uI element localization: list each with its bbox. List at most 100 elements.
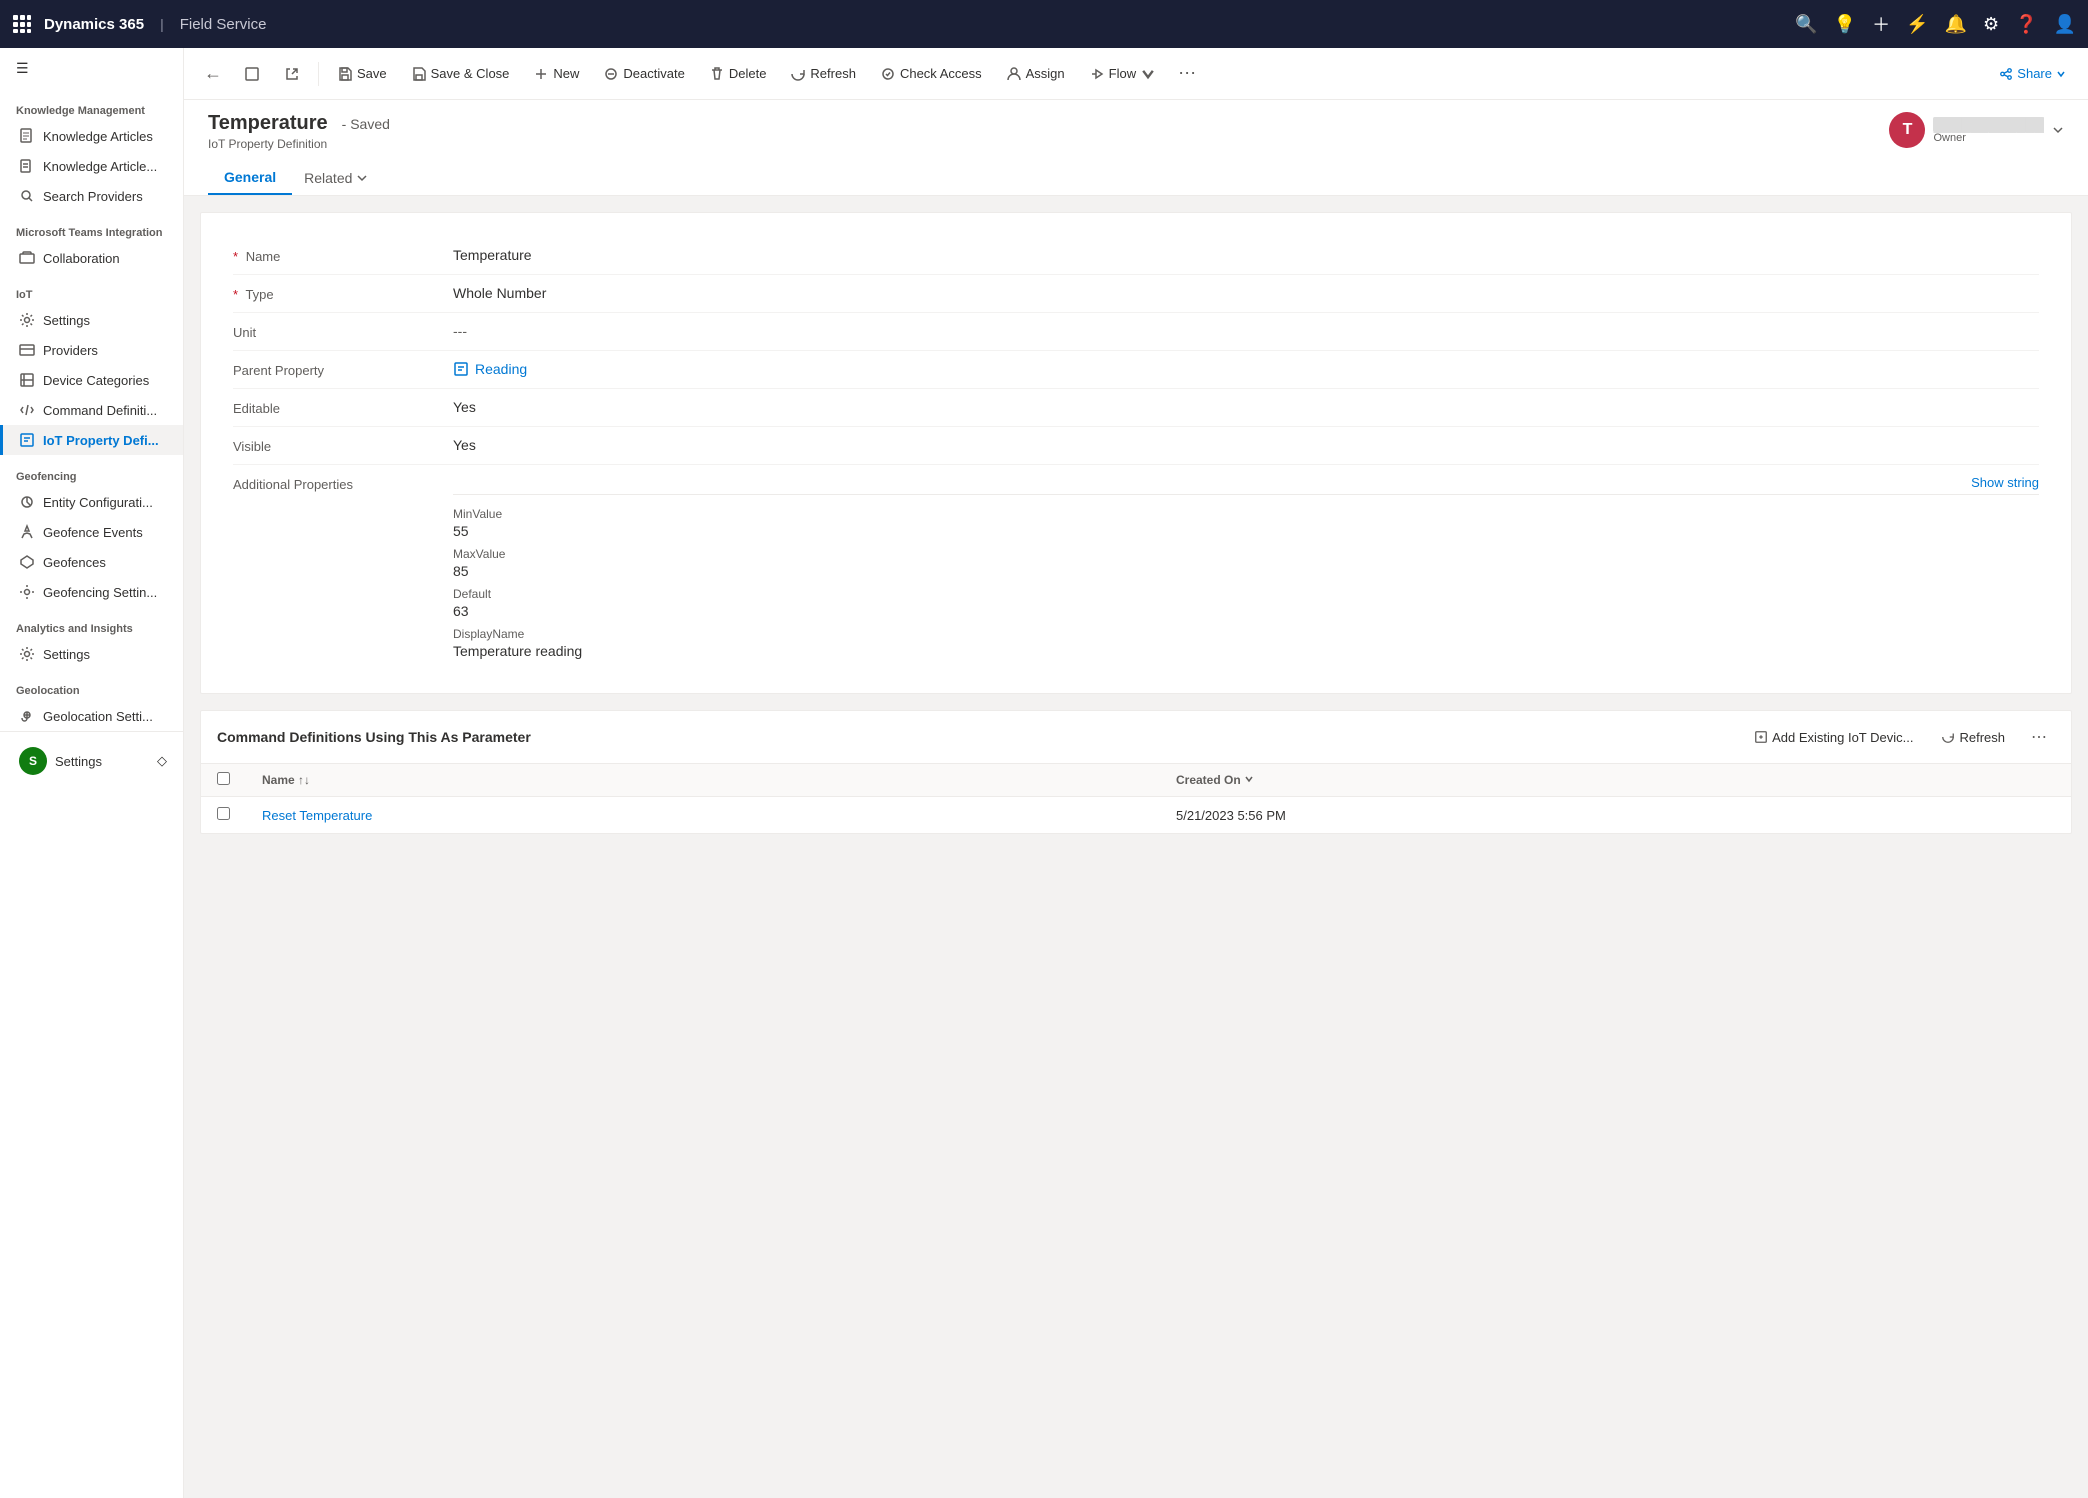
hamburger-icon: ☰: [16, 60, 29, 77]
sidebar-item-providers-label: Providers: [43, 343, 98, 358]
row-checkbox-cell: [201, 797, 246, 834]
row-checkbox[interactable]: [217, 807, 230, 820]
name-required-star: *: [233, 249, 238, 264]
sidebar-hamburger[interactable]: ☰: [0, 48, 183, 89]
select-all-checkbox[interactable]: [217, 772, 230, 785]
row-name-link[interactable]: Reset Temperature: [262, 808, 372, 823]
sidebar-item-collaboration[interactable]: Collaboration: [0, 243, 183, 273]
geofencing-title: Geofencing: [0, 455, 183, 487]
form-row-type: * Type Whole Number: [233, 275, 2039, 313]
sub-grid-header-row: Name ↑↓ Created On: [201, 764, 2071, 797]
search-icon[interactable]: 🔍: [1795, 14, 1817, 35]
form-row-visible: Visible Yes: [233, 427, 2039, 465]
settings-diamond-icon: ◇: [157, 753, 167, 769]
user-avatar-s: S: [19, 747, 47, 775]
bell-icon[interactable]: 🔔: [1945, 14, 1967, 35]
grid-icon[interactable]: [12, 14, 32, 34]
save-close-button[interactable]: Save & Close: [401, 60, 520, 88]
max-value: 85: [453, 563, 2039, 579]
col-created-on-label: Created On: [1176, 773, 1241, 787]
editable-value: Yes: [453, 399, 2039, 415]
more-options-button[interactable]: ⋯: [1170, 59, 1204, 88]
main-layout: ☰ Knowledge Management Knowledge Article…: [0, 48, 2088, 1498]
teams-title: Microsoft Teams Integration: [0, 211, 183, 243]
help-icon[interactable]: ❓: [2015, 14, 2037, 35]
sub-grid-refresh-icon: [1941, 730, 1955, 744]
col-name-label: Name: [262, 773, 295, 787]
command-bar: ← Save Save & Close New Deacti: [184, 48, 2088, 100]
geolocation-title: Geolocation: [0, 669, 183, 701]
page-saved-status: - Saved: [342, 116, 390, 132]
delete-label: Delete: [729, 66, 767, 81]
owner-name-blurred[interactable]: ████████████: [1933, 117, 2044, 132]
sidebar-item-search-providers[interactable]: Search Providers: [0, 181, 183, 211]
tab-general[interactable]: General: [208, 161, 292, 195]
save-button[interactable]: Save: [327, 60, 397, 88]
sidebar-item-geolocation-settin[interactable]: Geolocation Setti...: [0, 701, 183, 731]
deactivate-button[interactable]: Deactivate: [593, 60, 694, 88]
ideas-icon[interactable]: 💡: [1834, 14, 1856, 35]
sidebar-item-entity-configurati[interactable]: Entity Configurati...: [0, 487, 183, 517]
back-button[interactable]: ←: [196, 59, 230, 88]
sidebar-item-settings[interactable]: Settings: [0, 305, 183, 335]
sidebar-item-device-categories[interactable]: Device Categories: [0, 365, 183, 395]
filter-icon[interactable]: ⚡: [1906, 14, 1928, 35]
show-string-button[interactable]: Show string: [1971, 475, 2039, 490]
flow-button[interactable]: Flow: [1079, 60, 1166, 88]
sidebar-item-knowledge-articles2[interactable]: Knowledge Article...: [0, 151, 183, 181]
sidebar-item-knowledge-articles-label: Knowledge Articles: [43, 129, 153, 144]
topbar-icons: 🔍 💡 ＋ ⚡ 🔔 ⚙ ❓ 👤: [1795, 11, 2076, 37]
additional-props: MinValue 55 MaxValue 85 Default 63 Displ…: [453, 495, 2039, 659]
sidebar-item-geofencing-settin[interactable]: Geofencing Settin...: [0, 577, 183, 607]
sidebar-item-analytics-settings[interactable]: Settings: [0, 639, 183, 669]
sub-grid-title: Command Definitions Using This As Parame…: [217, 729, 1744, 745]
sidebar-item-knowledge-articles[interactable]: Knowledge Articles: [0, 121, 183, 151]
delete-button[interactable]: Delete: [699, 60, 777, 88]
open-in-new-button[interactable]: [274, 60, 310, 88]
sub-grid-more-button[interactable]: ⋯: [2023, 723, 2055, 751]
parent-property-value[interactable]: Reading: [453, 361, 2039, 377]
entity-icon-button[interactable]: [234, 60, 270, 88]
add-icon[interactable]: ＋: [1872, 11, 1890, 37]
app-name: Dynamics 365: [44, 16, 144, 33]
checkbox-col-header: [201, 764, 246, 797]
col-created-on-header[interactable]: Created On: [1160, 764, 2071, 797]
col-name-header[interactable]: Name ↑↓: [246, 764, 1160, 797]
sidebar-item-providers[interactable]: Providers: [0, 335, 183, 365]
deactivate-label: Deactivate: [623, 66, 684, 81]
tab-related[interactable]: Related: [292, 161, 380, 195]
profile-icon[interactable]: 👤: [2054, 14, 2076, 35]
col-created-on-chevron: [1244, 774, 1254, 784]
row-created-on-cell: 5/21/2023 5:56 PM: [1160, 797, 2071, 834]
max-value-label: MaxValue: [453, 547, 2039, 561]
sub-grid-refresh-button[interactable]: Refresh: [1931, 725, 2015, 750]
display-name-value: Temperature reading: [453, 643, 2039, 659]
check-access-button[interactable]: Check Access: [870, 60, 992, 88]
sidebar-item-command-defini[interactable]: Command Definiti...: [0, 395, 183, 425]
refresh-label: Refresh: [810, 66, 856, 81]
check-access-label: Check Access: [900, 66, 982, 81]
name-label: * Name: [233, 247, 453, 264]
sidebar-item-geofence-events[interactable]: Geofence Events: [0, 517, 183, 547]
unit-label: Unit: [233, 323, 453, 340]
sidebar-item-command-defini-label: Command Definiti...: [43, 403, 157, 418]
owner-avatar: T: [1889, 112, 1925, 148]
settings-icon[interactable]: ⚙: [1983, 14, 1999, 35]
type-label-text: Type: [245, 287, 273, 302]
sidebar-item-iot-property-defi[interactable]: IoT Property Defi...: [0, 425, 183, 455]
save-label: Save: [357, 66, 387, 81]
new-button[interactable]: New: [523, 60, 589, 88]
default-label: Default: [453, 587, 2039, 601]
sidebar-item-iot-property-defi-label: IoT Property Defi...: [43, 433, 159, 448]
refresh-button[interactable]: Refresh: [780, 60, 866, 88]
share-button[interactable]: Share: [1989, 60, 2076, 87]
assign-button[interactable]: Assign: [996, 60, 1075, 88]
page-subtitle: IoT Property Definition: [208, 137, 390, 151]
knowledge-management-title: Knowledge Management: [0, 89, 183, 121]
sidebar-item-bottom-settings[interactable]: S Settings ◇: [0, 740, 183, 782]
add-existing-button[interactable]: Add Existing IoT Devic...: [1744, 725, 1923, 750]
col-name-sort-icon: ↑↓: [298, 773, 310, 787]
form-body: * Name Temperature * Type Whole Number: [201, 213, 2071, 693]
sidebar-item-geofences[interactable]: Geofences: [0, 547, 183, 577]
unit-value: ---: [453, 323, 2039, 339]
